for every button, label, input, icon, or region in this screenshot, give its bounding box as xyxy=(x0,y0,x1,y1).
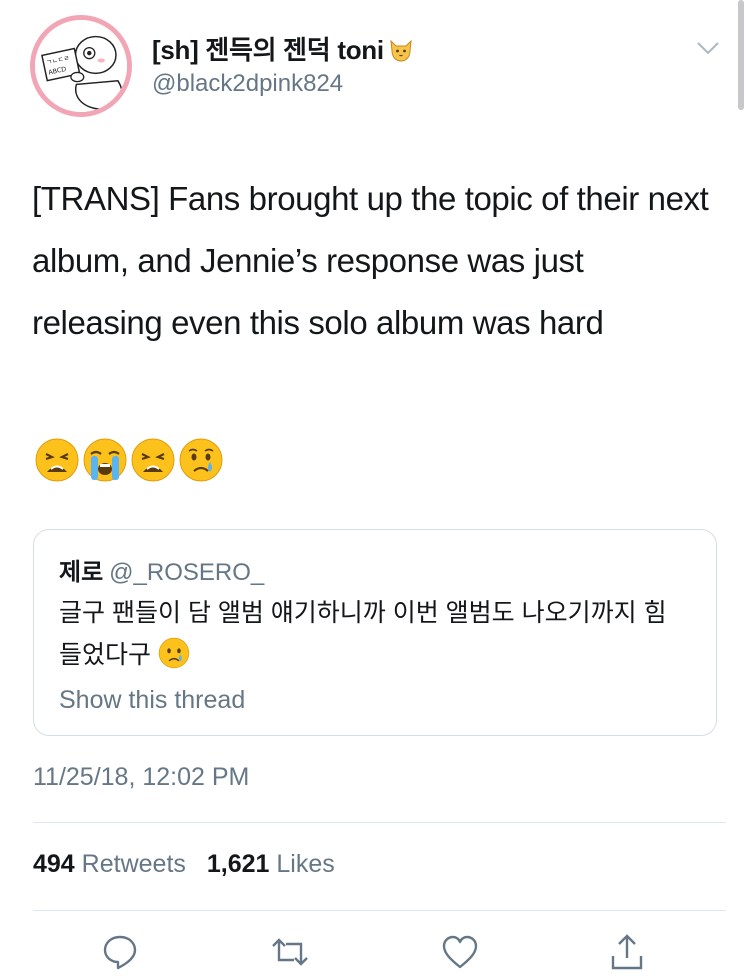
show-thread-link[interactable]: Show this thread xyxy=(59,686,245,715)
avatar[interactable]: ㄱㄴㄷㄹ ABCD xyxy=(30,15,132,117)
tweet-emoji-row xyxy=(33,436,225,484)
author-display-name[interactable]: [sh] 젠득의 젠덕 toni xyxy=(152,30,414,67)
loudly-crying-face-icon xyxy=(83,438,127,482)
quoted-tweet-text-block: 글구 팬들이 담 앨범 얘기하니까 이번 앨범도 나오기까지 힘들었다구 xyxy=(59,592,689,676)
share-icon[interactable] xyxy=(607,932,647,972)
author-display-name-text: [sh] 젠득의 젠덕 toni xyxy=(152,35,384,65)
crying-face-icon xyxy=(179,438,223,482)
author-handle[interactable]: @black2dpink824 xyxy=(152,70,343,98)
likes-stat[interactable]: 1,621 Likes xyxy=(207,850,349,878)
scrollbar-thumb[interactable] xyxy=(738,0,744,110)
retweets-count: 494 xyxy=(33,850,75,878)
likes-count: 1,621 xyxy=(206,850,270,878)
cat-face-icon xyxy=(390,39,412,62)
quoted-tweet-card[interactable]: 제로 @_ROSERO_ 글구 팬들이 담 앨범 얘기하니까 이번 앨범도 나오기… xyxy=(33,529,717,736)
reply-icon[interactable] xyxy=(100,932,140,972)
like-icon[interactable] xyxy=(440,932,480,972)
weary-face-icon xyxy=(131,438,175,482)
cartoon-character-holding-sign-icon: ㄱㄴㄷㄹ ABCD xyxy=(35,20,127,112)
retweets-stat[interactable]: 494 Retweets xyxy=(33,850,200,878)
quoted-tweet-header: 제로 @_ROSERO_ xyxy=(59,552,264,587)
divider xyxy=(33,822,726,823)
tweet-text: [TRANS] Fans brought up the topic of the… xyxy=(32,180,709,341)
quoted-tweet-handle: @_ROSERO_ xyxy=(109,559,265,586)
tweet-timestamp[interactable]: 11/25/18, 12:02 PM xyxy=(33,763,249,792)
crying-face-icon xyxy=(158,637,190,669)
chevron-down-icon[interactable] xyxy=(696,40,720,56)
retweets-label: Retweets xyxy=(81,850,186,878)
retweet-icon[interactable] xyxy=(270,932,310,972)
tweet-stats: 494 Retweets 1,621 Likes xyxy=(33,850,349,879)
likes-label: Likes xyxy=(276,850,335,878)
divider xyxy=(33,910,726,911)
weary-face-icon xyxy=(35,438,79,482)
quoted-tweet-text: 글구 팬들이 담 앨범 얘기하니까 이번 앨범도 나오기까지 힘들었다구 xyxy=(59,599,667,669)
quoted-tweet-name: 제로 xyxy=(59,559,104,586)
